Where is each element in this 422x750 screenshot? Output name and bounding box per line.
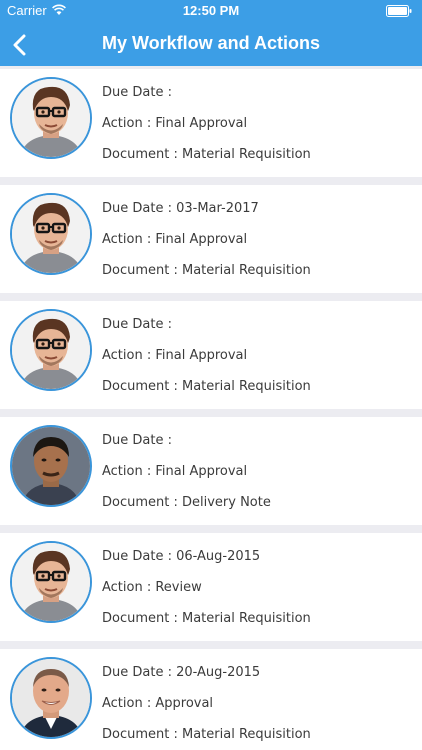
workflow-list: Due Date : Action : Final Approval Documen… [0, 66, 422, 750]
action-text: Action : Final Approval [102, 116, 248, 131]
workflow-item[interactable]: Due Date : Action : Final Approval Documen… [0, 417, 422, 525]
due-date-text: Due Date : 20-Aug-2015 [102, 665, 261, 680]
avatar [10, 309, 92, 391]
workflow-details: Due Date : 03-Mar-2017 Action : Final App… [102, 199, 414, 292]
workflow-details: Due Date : Action : Final Approval Documen… [102, 83, 414, 176]
nav-bar: My Workflow and Actions [0, 22, 422, 66]
status-time: 12:50 PM [182, 3, 240, 18]
workflow-item[interactable]: Due Date : 20-Aug-2015 Action : Approval D… [0, 649, 422, 750]
document-text: Document : Material Requisition [102, 379, 311, 394]
avatar [10, 657, 92, 739]
avatar [10, 425, 92, 507]
action-text: Action : Final Approval [102, 464, 248, 479]
action-text: Action : Review [102, 580, 202, 595]
avatar [10, 77, 92, 159]
document-text: Document : Material Requisition [102, 727, 311, 742]
due-date-text: Due Date : [102, 85, 172, 100]
document-text: Document : Material Requisition [102, 147, 311, 162]
workflow-details: Due Date : 20-Aug-2015 Action : Approval D… [102, 663, 414, 750]
due-date-text: Due Date : [102, 433, 172, 448]
battery-icon [386, 5, 412, 17]
avatar [10, 193, 92, 275]
document-text: Document : Material Requisition [102, 611, 311, 626]
workflow-details: Due Date : Action : Final Approval Documen… [102, 431, 414, 524]
workflow-details: Due Date : 06-Aug-2015 Action : Review Doc… [102, 547, 414, 640]
page-title: My Workflow and Actions [101, 33, 320, 53]
workflow-item[interactable]: Due Date : 06-Aug-2015 Action : Review Doc… [0, 533, 422, 641]
action-text: Action : Final Approval [102, 348, 248, 363]
due-date-text: Due Date : 03-Mar-2017 [102, 201, 259, 216]
workflow-item[interactable]: Due Date : Action : Final Approval Documen… [0, 301, 422, 409]
due-date-text: Due Date : [102, 317, 172, 332]
workflow-item[interactable]: Due Date : Action : Final Approval Documen… [0, 69, 422, 177]
app-header: Carrier 12:50 PM My Workflow and Actions [0, 0, 422, 66]
avatar [10, 541, 92, 623]
action-text: Action : Final Approval [102, 232, 248, 247]
action-text: Action : Approval [102, 696, 214, 711]
status-bar: Carrier 12:50 PM [0, 0, 422, 22]
workflow-details: Due Date : Action : Final Approval Documen… [102, 315, 414, 408]
document-text: Document : Delivery Note [102, 495, 271, 510]
document-text: Document : Material Requisition [102, 263, 311, 278]
due-date-text: Due Date : 06-Aug-2015 [102, 549, 261, 564]
workflow-item[interactable]: Due Date : 03-Mar-2017 Action : Final App… [0, 185, 422, 293]
